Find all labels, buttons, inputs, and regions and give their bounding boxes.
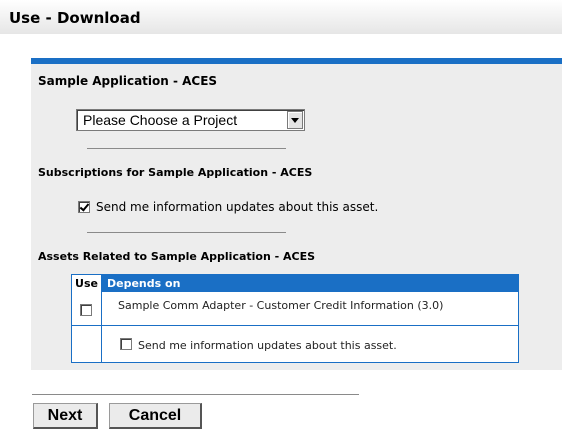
chevron-down-icon[interactable] [287, 111, 303, 129]
next-button[interactable]: Next [33, 403, 98, 429]
column-header-use: Use [72, 275, 102, 292]
use-cell [72, 326, 102, 362]
divider [87, 148, 286, 149]
page-title: Use - Download [9, 9, 141, 27]
cancel-button[interactable]: Cancel [109, 403, 202, 429]
related-subscribe-label: Send me information updates about this a… [138, 339, 397, 352]
related-assets-table: Use Depends on Sample Comm Adapter - Cus… [71, 274, 519, 363]
subscriptions-heading: Subscriptions for Sample Application - A… [38, 166, 313, 179]
related-asset-name: Sample Comm Adapter - Customer Credit In… [118, 299, 444, 312]
asset-heading: Sample Application - ACES [38, 74, 218, 88]
download-panel: Sample Application - ACES Please Choose … [31, 58, 562, 370]
table-header: Use Depends on [72, 275, 518, 292]
use-cell [72, 292, 102, 325]
divider [32, 394, 359, 395]
use-asset-checkbox[interactable] [80, 304, 92, 316]
subscribe-label: Send me information updates about this a… [96, 200, 379, 214]
project-select[interactable]: Please Choose a Project [76, 109, 305, 131]
table-row: Send me information updates about this a… [72, 326, 518, 362]
divider [87, 232, 286, 233]
related-assets-heading: Assets Related to Sample Application - A… [38, 250, 316, 263]
table-row: Sample Comm Adapter - Customer Credit In… [72, 292, 518, 326]
subscribe-checkbox[interactable] [78, 201, 90, 213]
title-bar: Use - Download [0, 0, 562, 34]
related-subscribe-checkbox[interactable] [120, 338, 132, 350]
project-select-value: Please Choose a Project [83, 112, 238, 128]
column-header-depends-on: Depends on [107, 277, 181, 290]
